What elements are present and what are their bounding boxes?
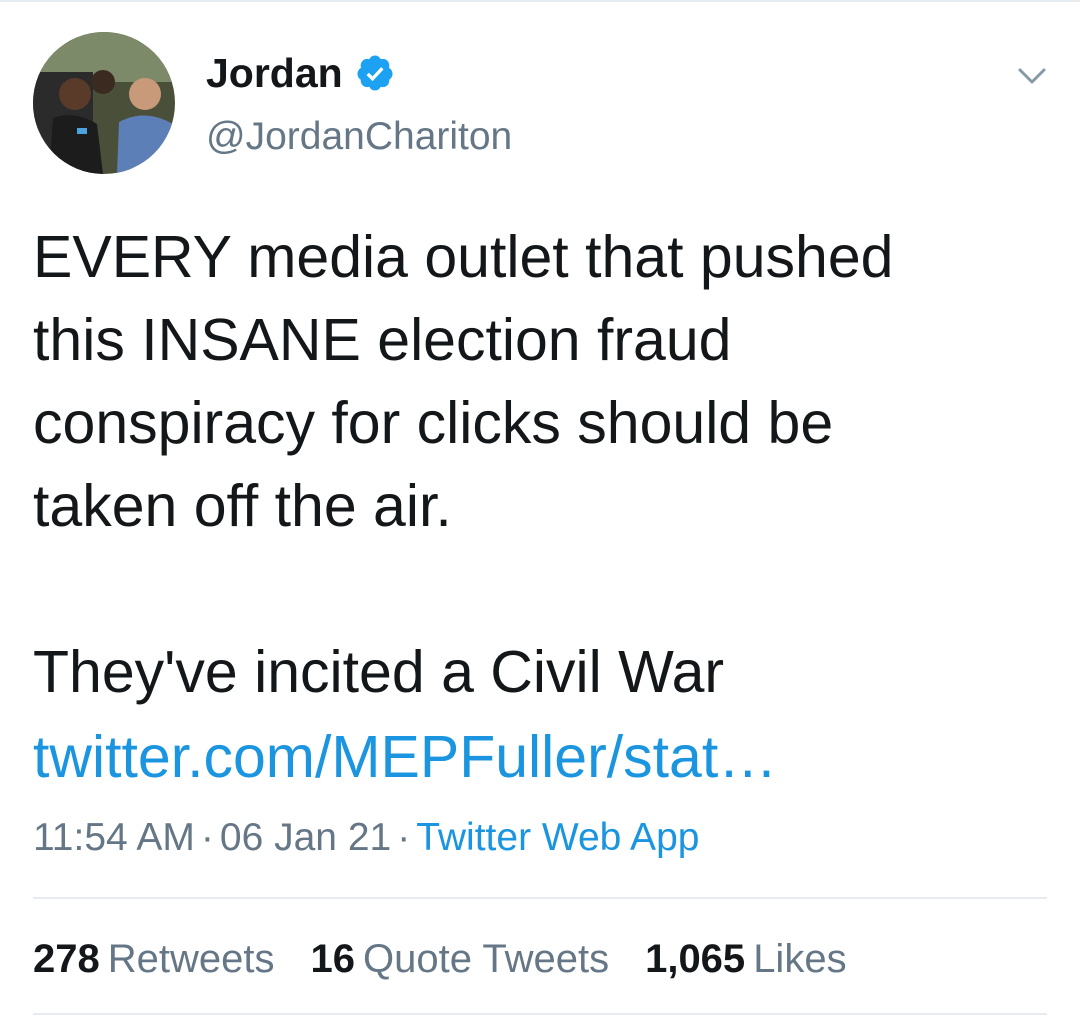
quote-tweets-label: Quote Tweets [363, 937, 610, 981]
bottom-divider [33, 1013, 1047, 1015]
avatar[interactable] [33, 32, 175, 174]
author-name-row[interactable]: Jordan [206, 48, 395, 98]
author-handle[interactable]: @JordanChariton [206, 115, 512, 159]
likes-stat[interactable]: 1,065 Likes [645, 932, 847, 986]
tweet-link[interactable]: twitter.com/MEPFuller/stat… [33, 716, 777, 799]
tweet-date[interactable]: 06 Jan 21 [220, 816, 391, 859]
retweets-stat[interactable]: 278 Retweets [33, 932, 275, 986]
retweets-label: Retweets [107, 937, 275, 981]
tweet-meta: 11:54 AM · 06 Jan 21 · Twitter Web App [33, 812, 699, 864]
retweets-count: 278 [33, 937, 100, 981]
avatar-photo [33, 32, 175, 174]
tweet-text: EVERY media outlet that pushed this INSA… [33, 224, 894, 705]
quote-tweets-count: 16 [310, 937, 356, 981]
top-divider [0, 0, 1080, 2]
tweet-time[interactable]: 11:54 AM [33, 816, 195, 859]
meta-separator: · [200, 816, 214, 859]
author-display-name[interactable]: Jordan [206, 52, 343, 94]
tweet-stats: 278 Retweets 16 Quote Tweets 1,065 Likes [33, 932, 883, 986]
likes-count: 1,065 [645, 937, 746, 981]
likes-label: Likes [753, 937, 847, 981]
stats-divider [33, 897, 1047, 899]
meta-separator: · [397, 816, 411, 859]
chevron-down-icon[interactable] [1014, 58, 1050, 94]
tweet-source[interactable]: Twitter Web App [416, 816, 699, 859]
quote-tweets-stat[interactable]: 16 Quote Tweets [311, 932, 610, 986]
verified-badge-icon [355, 53, 395, 93]
